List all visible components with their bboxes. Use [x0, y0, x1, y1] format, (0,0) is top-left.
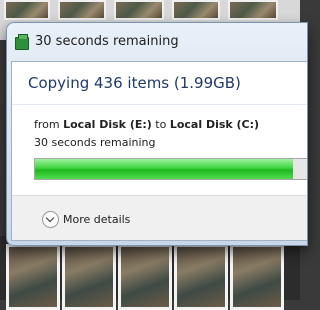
background-thumbnail	[58, 0, 106, 20]
chevron-down-icon	[42, 210, 59, 228]
title-bar[interactable]: 30 seconds remaining	[7, 23, 307, 59]
copy-progress-bar	[34, 158, 307, 180]
divider	[12, 104, 307, 105]
window-title: 30 seconds remaining	[35, 34, 179, 49]
copy-heading: Copying 436 items (1.99GB)	[28, 74, 241, 92]
from-prefix: from	[34, 118, 60, 131]
background-thumbnail	[172, 0, 220, 20]
progress-fill	[35, 159, 294, 179]
dialog-content: Copying 436 items (1.99GB) from Local Di…	[11, 61, 307, 241]
more-details-label: More details	[63, 212, 131, 226]
more-details-button[interactable]: More details	[42, 210, 130, 228]
background-thumbnail	[62, 244, 116, 310]
source-disk-link[interactable]: Local Disk (E:)	[63, 118, 152, 131]
background-thumbnail	[6, 244, 60, 310]
destination-disk-link[interactable]: Local Disk (C:)	[170, 118, 259, 131]
background-thumbnail	[114, 0, 164, 20]
background-thumbnail	[228, 0, 278, 20]
source-destination-line: from Local Disk (E:) to Local Disk (C:)	[34, 118, 259, 131]
background-thumbnail	[230, 244, 284, 310]
background-thumbnail	[4, 0, 50, 20]
copy-progress-dialog: 30 seconds remaining Copying 436 items (…	[6, 22, 308, 246]
background-thumbnail	[118, 244, 172, 310]
background-thumbnail	[174, 244, 228, 310]
to-word: to	[155, 118, 167, 131]
copy-dialog-icon	[15, 34, 29, 50]
dialog-footer: More details	[12, 195, 307, 240]
time-remaining: 30 seconds remaining	[34, 136, 156, 149]
